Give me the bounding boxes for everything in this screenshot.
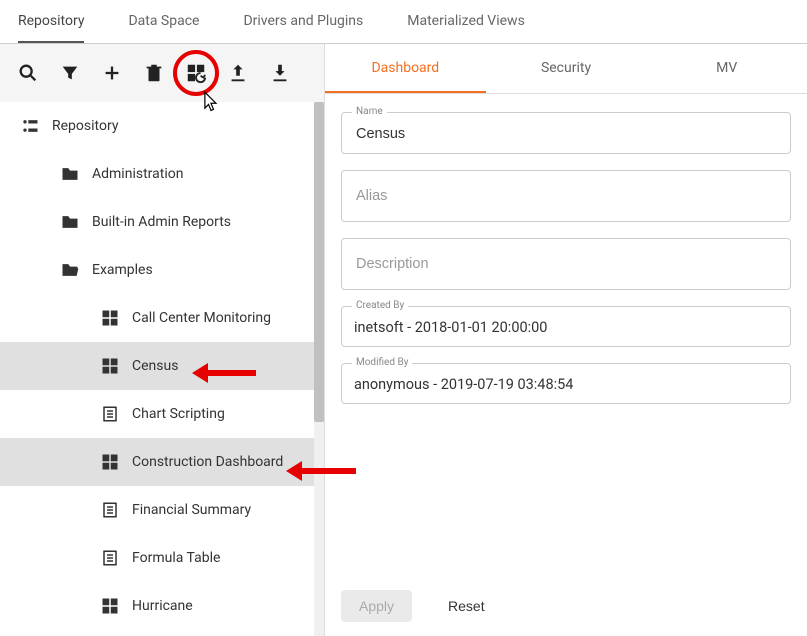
trash-icon — [143, 62, 165, 84]
folder-open-icon — [58, 260, 82, 280]
reset-button[interactable]: Reset — [430, 590, 503, 622]
tab-data-space[interactable]: Data Space — [128, 0, 199, 43]
tree-item-label: Hurricane — [132, 598, 193, 614]
plus-icon — [101, 62, 123, 84]
tab-dashboard[interactable]: Dashboard — [325, 44, 486, 93]
apply-button[interactable]: Apply — [341, 590, 412, 622]
tree-item-label: Built-in Admin Reports — [92, 214, 231, 230]
folder-icon — [58, 212, 82, 232]
tree-item-label: Chart Scripting — [132, 406, 225, 422]
filter-button[interactable] — [50, 53, 90, 93]
tree-item[interactable]: Hurricane — [0, 582, 324, 630]
scrollbar[interactable] — [314, 102, 324, 636]
import-button[interactable] — [260, 53, 300, 93]
dashboard-icon — [98, 309, 122, 327]
tab-drivers-plugins[interactable]: Drivers and Plugins — [243, 0, 363, 43]
name-label: Name — [352, 106, 387, 117]
toolbar — [0, 44, 324, 102]
modifiedby-field: Modified By anonymous - 2019-07-19 03:48… — [341, 363, 791, 404]
createdby-value: inetsoft - 2018-01-01 20:00:00 — [354, 319, 778, 336]
dashboard-icon — [98, 597, 122, 615]
tree-root[interactable]: Repository — [0, 102, 324, 150]
tree-item-label: Construction Dashboard — [132, 454, 283, 470]
detail-tabs: Dashboard Security MV — [325, 44, 807, 94]
worksheet-icon — [98, 501, 122, 519]
modifiedby-value: anonymous - 2019-07-19 03:48:54 — [354, 376, 778, 393]
description-input[interactable] — [354, 255, 778, 273]
modifiedby-label: Modified By — [352, 357, 412, 368]
footer-actions: Apply Reset — [325, 576, 807, 636]
search-icon — [17, 62, 39, 84]
upload-icon — [227, 62, 249, 84]
folder-icon — [58, 164, 82, 184]
worksheet-icon — [98, 549, 122, 567]
createdby-field: Created By inetsoft - 2018-01-01 20:00:0… — [341, 306, 791, 347]
tree-item[interactable]: Call Center Monitoring — [0, 294, 324, 342]
export-button[interactable] — [218, 53, 258, 93]
materialize-button[interactable] — [176, 53, 216, 93]
detail-panel: Dashboard Security MV Name Created By in… — [325, 44, 807, 636]
alias-input[interactable] — [354, 187, 778, 205]
dashboard-icon — [98, 453, 122, 471]
alias-field[interactable] — [341, 170, 791, 222]
tree-item-label: Census — [132, 358, 178, 374]
tree-item[interactable]: Built-in Admin Reports — [0, 198, 324, 246]
tree-item[interactable]: Construction Dashboard — [0, 438, 324, 486]
tree-item-label: Financial Summary — [132, 502, 251, 518]
add-button[interactable] — [92, 53, 132, 93]
tree-item-label: Administration — [92, 166, 183, 182]
search-button[interactable] — [8, 53, 48, 93]
top-tabs: Repository Data Space Drivers and Plugin… — [0, 0, 807, 44]
tree-item-label: Examples — [92, 262, 153, 278]
name-input[interactable] — [354, 125, 778, 143]
tab-materialized-views[interactable]: Materialized Views — [407, 0, 525, 43]
description-field[interactable] — [341, 238, 791, 290]
dashboard-icon — [98, 357, 122, 375]
filter-icon — [59, 62, 81, 84]
tree-item[interactable]: Administration — [0, 150, 324, 198]
tree-item[interactable]: Chart Scripting — [0, 390, 324, 438]
delete-button[interactable] — [134, 53, 174, 93]
tab-mv[interactable]: MV — [646, 44, 807, 93]
tab-security[interactable]: Security — [486, 44, 647, 93]
detail-body: Name Created By inetsoft - 2018-01-01 20… — [325, 94, 807, 576]
left-panel: Repository Administration Built-in Admin … — [0, 44, 325, 636]
repository-tree: Repository Administration Built-in Admin … — [0, 102, 324, 636]
tab-repository[interactable]: Repository — [18, 0, 84, 43]
download-icon — [269, 62, 291, 84]
name-field[interactable]: Name — [341, 112, 791, 154]
tree-item[interactable]: Financial Summary — [0, 486, 324, 534]
tree-item-label: Formula Table — [132, 550, 220, 566]
scrollbar-thumb[interactable] — [314, 102, 324, 422]
tree-item[interactable]: Census — [0, 342, 324, 390]
tree-item-label: Call Center Monitoring — [132, 310, 271, 326]
tree-root-label: Repository — [52, 118, 118, 134]
worksheet-icon — [98, 405, 122, 423]
tree-item[interactable]: Examples — [0, 246, 324, 294]
tree-item[interactable]: Formula Table — [0, 534, 324, 582]
repository-icon — [18, 116, 42, 136]
materialize-icon — [185, 62, 207, 84]
createdby-label: Created By — [352, 300, 408, 311]
